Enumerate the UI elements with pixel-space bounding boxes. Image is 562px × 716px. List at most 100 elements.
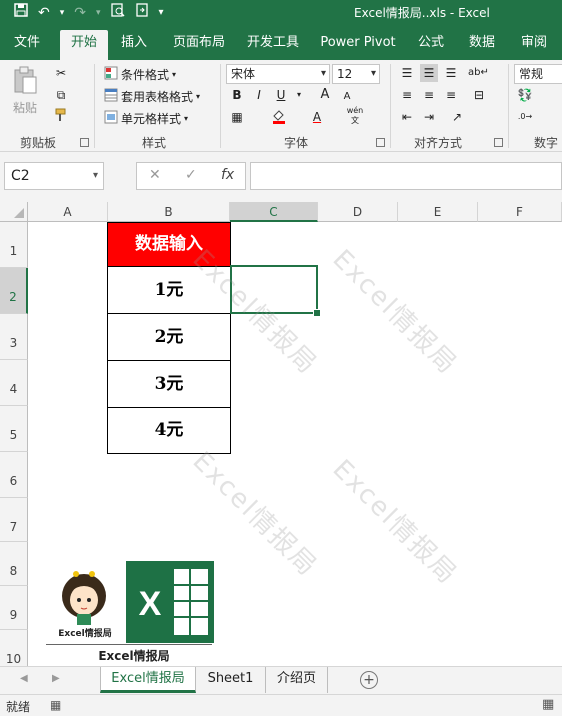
row-header-3[interactable]: 3 <box>0 314 28 360</box>
format-as-table-button[interactable]: 套用表格格式 ▾ <box>104 88 200 105</box>
qat-dropdown-icon[interactable]: ▾ <box>60 4 65 22</box>
cell-styles-button[interactable]: 单元格样式 ▾ <box>104 110 188 127</box>
tab-power-pivot[interactable]: Power Pivot <box>316 30 400 60</box>
window-title: Excel情报局..xls - Excel <box>354 6 490 20</box>
tab-developer[interactable]: 开发工具 <box>240 30 306 60</box>
row-header-10[interactable]: 10 <box>0 630 28 666</box>
decrease-indent-icon[interactable]: ⇤ <box>398 108 416 126</box>
orientation-icon[interactable]: ↗ <box>448 108 466 126</box>
watermark: Excel情报局 <box>326 454 463 591</box>
phonetic-button[interactable]: wén 文 <box>346 106 364 125</box>
macro-record-icon[interactable]: ▦ <box>50 698 61 712</box>
enter-icon[interactable]: ✓ <box>185 167 197 183</box>
number-format-select[interactable]: 常规 <box>514 64 562 84</box>
align-center-icon[interactable]: ≡ <box>420 86 438 104</box>
cut-icon[interactable]: ✂ <box>52 64 70 82</box>
paste-button[interactable]: 粘贴 <box>12 66 38 116</box>
worksheet-grid[interactable]: A B C D E F 1 2 3 4 5 6 7 8 9 10 数据输入 1元… <box>0 202 562 666</box>
merge-center-icon[interactable]: ⊟ <box>470 86 488 104</box>
italic-button[interactable]: I <box>250 86 268 104</box>
tab-home[interactable]: 开始 <box>60 30 108 60</box>
cancel-icon[interactable]: ✕ <box>149 167 161 183</box>
row-header-1[interactable]: 1 <box>0 222 28 268</box>
clipboard-launcher-icon[interactable] <box>80 138 89 147</box>
conditional-format-button[interactable]: 条件格式 ▾ <box>104 66 176 83</box>
align-top-icon[interactable]: ☰ <box>398 64 416 82</box>
format-painter-icon[interactable] <box>52 108 70 126</box>
bold-button[interactable]: B <box>228 86 246 104</box>
format-as-table-label: 套用表格格式 <box>121 90 194 104</box>
column-header-e[interactable]: E <box>398 202 478 222</box>
tab-data[interactable]: 数据 <box>460 30 504 60</box>
alignment-launcher-icon[interactable] <box>494 138 503 147</box>
align-middle-icon[interactable]: ☰ <box>420 64 438 82</box>
wrap-text-icon[interactable]: ab↵ <box>468 64 489 82</box>
export-icon[interactable] <box>135 3 149 22</box>
font-group-label: 字体 <box>284 136 309 150</box>
table-cell[interactable]: 3元 <box>107 360 231 408</box>
name-box[interactable]: C2 ▾ <box>4 162 104 190</box>
row-header-8[interactable]: 8 <box>0 542 28 586</box>
status-text: 就绪 <box>6 700 31 714</box>
copy-icon[interactable]: ⧉ <box>52 86 70 104</box>
border-icon[interactable]: ▦ <box>228 108 246 126</box>
redo-icon[interactable]: ↷ <box>74 4 86 22</box>
formula-buttons: ✕ ✓ fx <box>136 162 246 190</box>
tab-formulas[interactable]: 公式 <box>410 30 452 60</box>
font-size-select[interactable]: 12 ▾ <box>332 64 380 84</box>
font-launcher-icon[interactable] <box>376 138 385 147</box>
formula-input[interactable] <box>250 162 562 190</box>
row-header-6[interactable]: 6 <box>0 452 28 498</box>
next-sheet-icon[interactable]: ▶ <box>52 673 60 684</box>
ribbon-tabs: 文件 开始 插入 页面布局 开发工具 Power Pivot 公式 数据 审阅 <box>0 24 562 60</box>
shrink-font-button[interactable]: A <box>338 88 356 106</box>
font-name-select[interactable]: 宋体 ▾ <box>226 64 330 84</box>
tab-page-layout[interactable]: 页面布局 <box>166 30 232 60</box>
column-header-d[interactable]: D <box>318 202 398 222</box>
add-sheet-button[interactable]: + <box>360 671 378 689</box>
tab-review[interactable]: 审阅 <box>512 30 556 60</box>
table-cell[interactable]: 2元 <box>107 313 231 361</box>
align-right-icon[interactable]: ≡ <box>442 86 460 104</box>
underline-button[interactable]: U <box>272 86 290 104</box>
row-header-4[interactable]: 4 <box>0 360 28 406</box>
column-header-f[interactable]: F <box>478 202 562 222</box>
tab-file[interactable]: 文件 <box>6 30 48 60</box>
print-preview-icon[interactable] <box>110 3 125 22</box>
undo-icon[interactable]: ↶ <box>38 4 50 22</box>
sheet-tab-sheet1[interactable]: Sheet1 <box>196 667 266 693</box>
sheet-tab-intro[interactable]: 介绍页 <box>266 667 328 693</box>
align-left-icon[interactable]: ≡ <box>398 86 416 104</box>
font-color-icon[interactable]: A <box>308 108 326 126</box>
separator <box>508 64 509 148</box>
row-header-5[interactable]: 5 <box>0 406 28 452</box>
title-bar: ↶ ▾ ↷ ▾ ▾ Excel情报局..xls - Excel <box>0 0 562 24</box>
sheet-tab-excel[interactable]: Excel情报局 <box>100 667 196 693</box>
currency-icon[interactable]: 💱 <box>516 86 534 104</box>
logo-letter: X <box>139 585 162 623</box>
redo-dropdown-icon[interactable]: ▾ <box>96 4 101 22</box>
insert-function-icon[interactable]: fx <box>221 167 234 183</box>
increase-decimal-icon[interactable]: .0→ <box>516 108 534 126</box>
alignment-group-label: 对齐方式 <box>414 136 463 150</box>
paste-icon <box>12 66 38 97</box>
customize-qat-icon[interactable]: ▾ <box>159 4 164 22</box>
cell-styles-label: 单元格样式 <box>121 112 182 126</box>
align-bottom-icon[interactable]: ☰ <box>442 64 460 82</box>
row-header-9[interactable]: 9 <box>0 586 28 630</box>
increase-indent-icon[interactable]: ⇥ <box>420 108 438 126</box>
underline-dropdown-icon[interactable]: ▾ <box>290 86 308 104</box>
normal-view-icon[interactable]: ▦ <box>542 697 554 712</box>
row-header-2[interactable]: 2 <box>0 268 28 314</box>
fill-color-icon[interactable] <box>270 108 288 126</box>
select-all-button[interactable] <box>0 202 28 222</box>
grow-font-button[interactable]: A <box>316 86 334 104</box>
row-header-7[interactable]: 7 <box>0 498 28 542</box>
tab-insert[interactable]: 插入 <box>112 30 156 60</box>
column-header-c[interactable]: C <box>230 202 318 222</box>
column-header-a[interactable]: A <box>28 202 108 222</box>
clipboard-group-label: 剪贴板 <box>20 136 57 150</box>
prev-sheet-icon[interactable]: ◀ <box>20 673 28 684</box>
save-icon[interactable] <box>14 3 28 22</box>
column-header-b[interactable]: B <box>108 202 230 222</box>
